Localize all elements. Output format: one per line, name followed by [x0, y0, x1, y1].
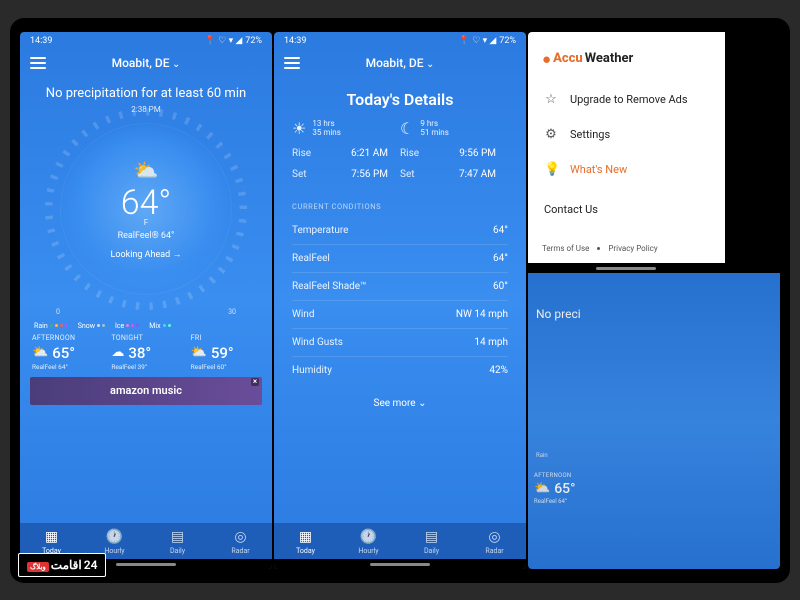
weather-icon: ⛅: [32, 345, 48, 360]
status-bar: 14:39 📍 ♡ ▾ ◢ 72%: [20, 32, 272, 50]
axis: 030: [20, 308, 272, 316]
weather-icon: ☁: [111, 345, 124, 360]
bottom-tabs: ▦Today 🕐Hourly ▤Daily ◎Radar: [274, 523, 526, 559]
details-title: Today's Details: [274, 90, 526, 109]
precip-legend: Rain Snow Ice Mix: [20, 316, 272, 332]
menu-icon[interactable]: [284, 54, 300, 72]
see-more-button[interactable]: See more: [274, 384, 526, 419]
tab-daily[interactable]: ▤Daily: [146, 529, 209, 555]
header: Moabit, DE: [274, 50, 526, 76]
condition-row: Wind Gusts14 mph: [292, 329, 508, 357]
android-navbar[interactable]: [274, 559, 526, 569]
precip-headline: No precipitation for at least 60 min: [28, 86, 264, 101]
screen-home: 14:39 📍 ♡ ▾ ◢ 72% Moabit, DE No precipit…: [20, 32, 272, 569]
tab-radar[interactable]: ◎Radar: [463, 529, 526, 555]
forecast-card: FRI⛅59°RealFeel 60°: [189, 334, 262, 371]
bd-forecast: AFTERNOON ⛅65° RealFeel 64°: [534, 472, 575, 505]
section-label: CURRENT CONDITIONS: [274, 190, 526, 217]
forecast-card: TONIGHT☁38°RealFeel 39°: [109, 334, 182, 371]
conditions-list: Temperature64° RealFeel64° RealFeel Shad…: [274, 217, 526, 384]
sun-moon-panel: ☀13 hrs35 mins Rise6:21 AM Set7:56 PM ☾9…: [274, 119, 526, 190]
header: Moabit, DE: [20, 50, 272, 76]
hero: ⛅ 64° F RealFeel® 64° Looking Ahead: [20, 124, 272, 294]
status-bar: 14:39 📍 ♡ ▾ ◢ 72%: [274, 32, 526, 50]
menu-settings[interactable]: ⚙Settings: [528, 117, 725, 152]
condition-row: WindNW 14 mph: [292, 301, 508, 329]
condition-row: Humidity42%: [292, 357, 508, 384]
condition-row: RealFeel64°: [292, 245, 508, 273]
tab-today[interactable]: ▦Today: [274, 529, 337, 555]
nav-drawer: ●AccuWeather ☆Upgrade to Remove Ads ⚙Set…: [528, 32, 725, 273]
screen-details: 14:39 📍 ♡ ▾ ◢ 72% Moabit, DE Today's Det…: [274, 32, 526, 569]
forecast-strip[interactable]: AFTERNOON⛅65°RealFeel 64° TONIGHT☁38°Rea…: [20, 332, 272, 377]
tab-daily[interactable]: ▤Daily: [400, 529, 463, 555]
drawer-footer: Terms of Use Privacy Policy: [528, 232, 725, 263]
menu-icon[interactable]: [30, 54, 46, 72]
menu-upgrade[interactable]: ☆Upgrade to Remove Ads: [528, 82, 725, 117]
bulb-icon: 💡: [544, 162, 558, 177]
forecast-card: AFTERNOON⛅65°RealFeel 64°: [30, 334, 103, 371]
drawer-menu: ☆Upgrade to Remove Ads ⚙Settings 💡What's…: [528, 82, 725, 187]
tab-today[interactable]: ▦Today: [20, 529, 83, 555]
star-icon: ☆: [544, 92, 558, 107]
tab-hourly[interactable]: 🕐Hourly: [337, 529, 400, 555]
location-picker[interactable]: Moabit, DE: [366, 56, 435, 70]
condition-row: Temperature64°: [292, 217, 508, 245]
sun-icon: ☀: [292, 119, 306, 138]
ad-banner[interactable]: amazon music: [30, 377, 262, 405]
radial-dial: ⛅ 64° F RealFeel® 64° Looking Ahead: [61, 124, 231, 294]
temp-unit: F: [144, 218, 148, 227]
tab-hourly[interactable]: 🕐Hourly: [83, 529, 146, 555]
weather-icon: ⛅: [134, 158, 159, 182]
bd-legend: Rain: [528, 452, 556, 459]
status-icons: 📍 ♡ ▾ ◢ 72%: [205, 36, 262, 46]
weather-icon: ⛅: [191, 345, 207, 360]
menu-whatsnew[interactable]: 💡What's New: [528, 152, 725, 187]
gear-icon: ⚙: [544, 127, 558, 142]
temperature: 64°: [121, 186, 172, 220]
status-time: 14:39: [30, 36, 52, 46]
screen-drawer: ●AccuWeather ☆Upgrade to Remove Ads ⚙Set…: [528, 32, 780, 569]
brand-logo: ●AccuWeather: [528, 42, 725, 82]
bd-headline: No preci: [528, 273, 780, 321]
moon-col: ☾9 hrs51 mins Rise9:56 PM Set7:47 AM: [400, 119, 508, 180]
tab-radar[interactable]: ◎Radar: [209, 529, 272, 555]
condition-row: RealFeel Shade™60°: [292, 273, 508, 301]
android-navbar[interactable]: [528, 263, 725, 273]
sun-col: ☀13 hrs35 mins Rise6:21 AM Set7:56 PM: [292, 119, 400, 180]
terms-link[interactable]: Terms of Use: [542, 244, 589, 253]
looking-ahead-link[interactable]: Looking Ahead: [111, 249, 182, 260]
menu-contact[interactable]: Contact Us: [528, 187, 725, 232]
moon-icon: ☾: [400, 119, 414, 138]
location-picker[interactable]: Moabit, DE: [112, 56, 181, 70]
watermark: وبلاگاقامت24: [18, 553, 106, 577]
realfeel: RealFeel® 64°: [118, 231, 175, 241]
privacy-link[interactable]: Privacy Policy: [608, 244, 657, 253]
drawer-backdrop[interactable]: No preci Rain AFTERNOON ⛅65° RealFeel 64…: [528, 273, 780, 569]
